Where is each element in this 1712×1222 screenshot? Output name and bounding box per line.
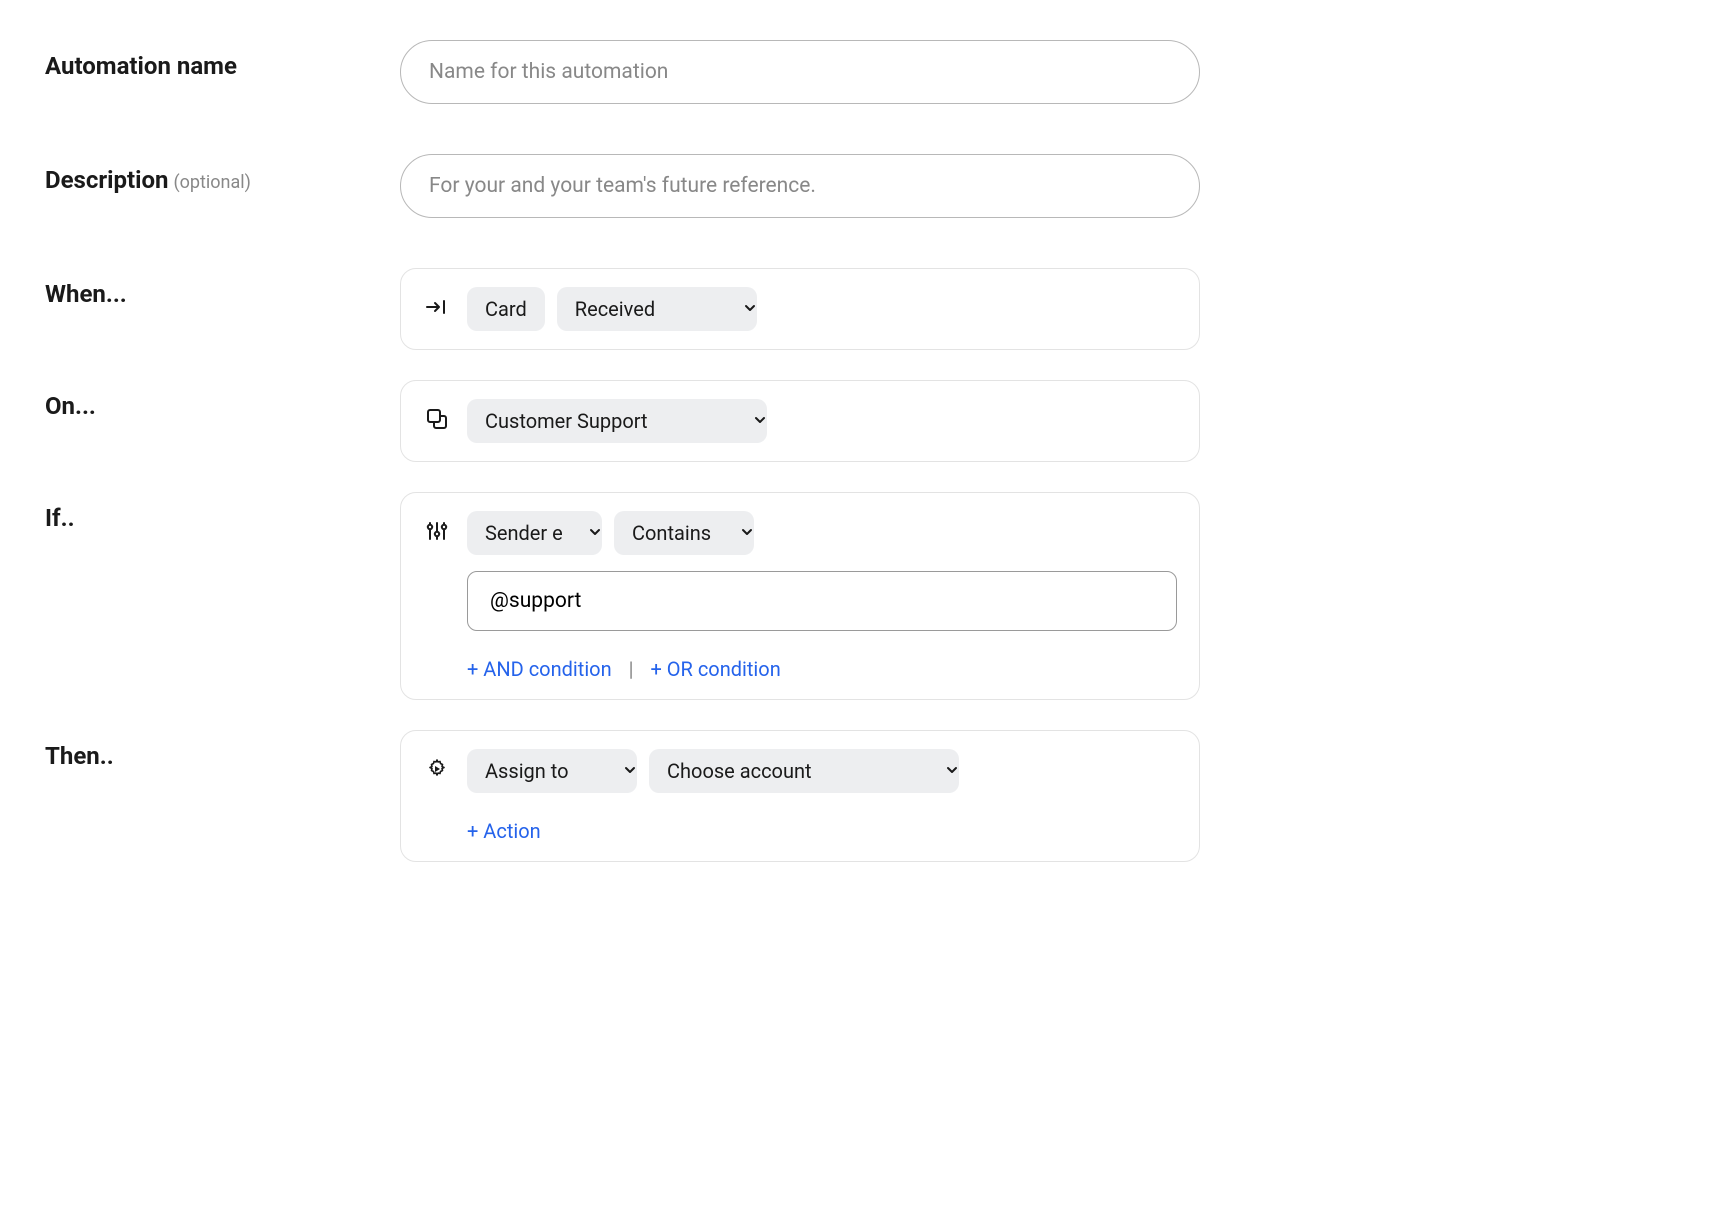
on-panel: Customer Support [400,380,1200,462]
on-label: On... [45,392,96,420]
chevron-down-icon [720,525,740,541]
on-target-select[interactable]: Customer Support [467,399,767,443]
chevron-down-icon [733,413,753,429]
if-field-value: Sender e [485,521,568,545]
automation-name-label: Automation name [45,52,237,80]
then-action-select[interactable]: Assign to [467,749,637,793]
chevron-down-icon [568,525,588,541]
action-icon [423,755,451,783]
when-entity-value: Card [485,297,527,321]
then-label: Then.. [45,742,114,770]
when-event-value: Received [575,297,655,321]
chevron-down-icon [925,763,945,779]
add-or-condition-button[interactable]: + OR condition [650,657,780,681]
when-event-select[interactable]: Received [557,287,757,331]
condition-separator: | [629,657,634,681]
if-operator-select[interactable]: Contains [614,511,754,555]
on-target-value: Customer Support [485,409,648,433]
when-label: When... [45,280,127,308]
if-label: If.. [45,504,75,532]
board-icon [423,405,451,433]
then-action-value: Assign to [485,759,569,783]
if-operator-value: Contains [632,521,711,545]
if-field-select[interactable]: Sender e [467,511,602,555]
add-action-button[interactable]: + Action [467,819,541,843]
chevron-down-icon [603,763,623,779]
description-label: Description [45,166,169,194]
trigger-icon [423,293,451,321]
then-target-select[interactable]: Choose account [649,749,959,793]
optional-label: (optional) [173,172,250,193]
then-target-value: Choose account [667,759,812,783]
add-and-condition-button[interactable]: + AND condition [467,657,612,681]
if-value-input[interactable] [467,571,1177,631]
filter-icon [423,517,451,545]
chevron-down-icon [723,301,743,317]
then-panel: Assign to Choose account + Action [400,730,1200,862]
if-panel: Sender e Contains + AND condition [400,492,1200,700]
automation-name-input[interactable] [400,40,1200,104]
when-panel: Card Received [400,268,1200,350]
description-input[interactable] [400,154,1200,218]
when-entity-select[interactable]: Card [467,287,545,331]
